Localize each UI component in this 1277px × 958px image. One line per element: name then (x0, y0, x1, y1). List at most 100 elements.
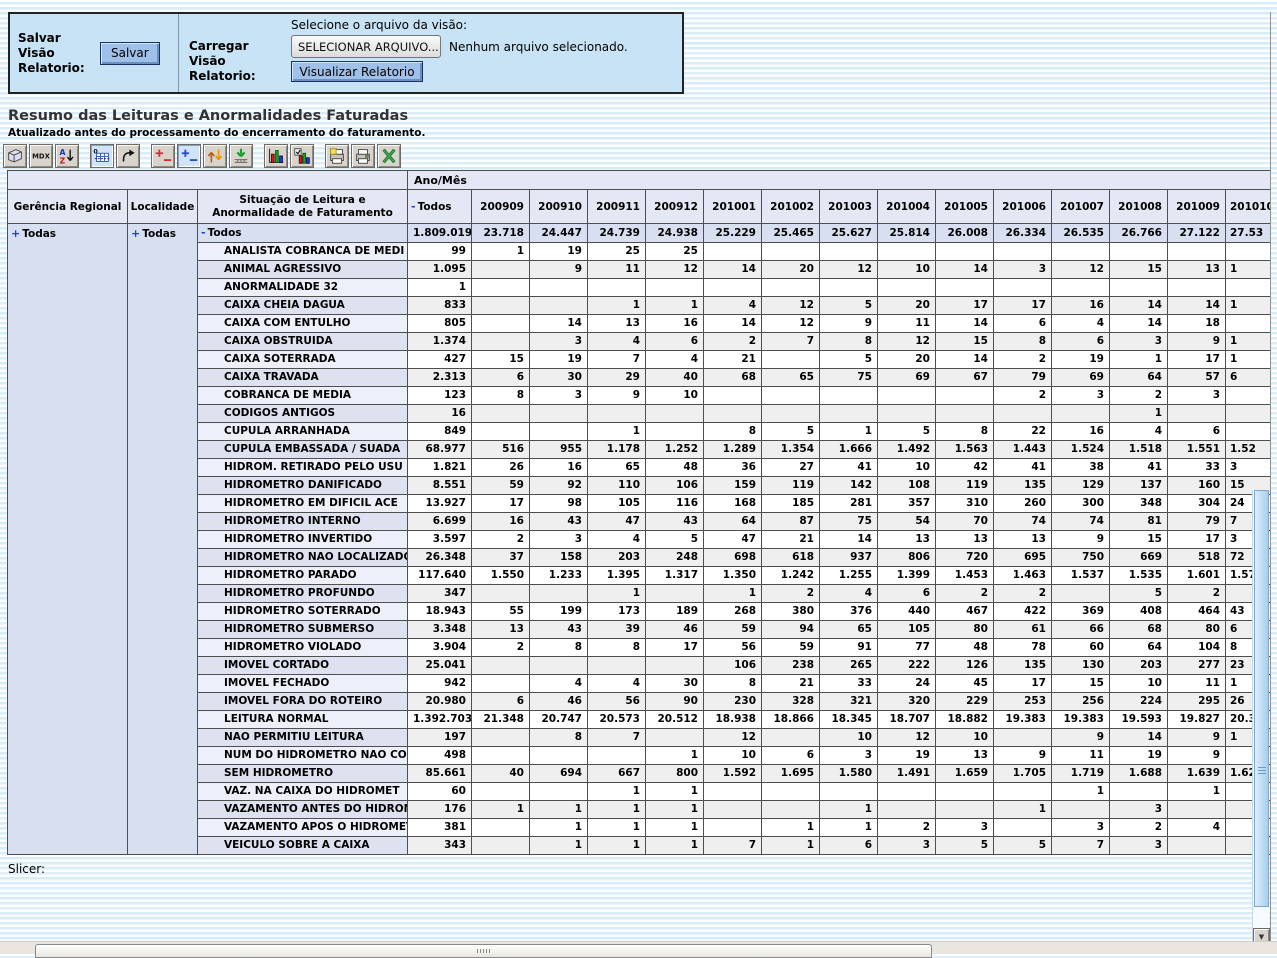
value-cell: 45 (936, 675, 994, 693)
row-label: CAIXA SOTERRADA (198, 351, 408, 369)
value-cell: 1.095 (408, 261, 472, 279)
value-cell: 281 (820, 495, 878, 513)
column-header-200912: 200912 (646, 190, 704, 224)
row-label: CODIGOS ANTIGOS (198, 405, 408, 423)
value-cell: 1.659 (936, 765, 994, 783)
value-cell: 1.252 (646, 441, 704, 459)
value-cell: 1.392.703 (408, 711, 472, 729)
value-cell: 12 (762, 315, 820, 333)
value-cell: 1.719 (1052, 765, 1110, 783)
file-prompt-label: Selecione o arquivo da visão: (291, 18, 628, 32)
value-cell: 15 (1110, 531, 1168, 549)
value-cell: 46 (530, 693, 588, 711)
value-cell: 56 (704, 639, 762, 657)
value-cell: 14 (1110, 315, 1168, 333)
row-label: VEICULO SOBRE A CAIXA (198, 837, 408, 855)
value-cell: 1.242 (762, 567, 820, 585)
swap-axes-button[interactable] (116, 144, 140, 168)
row-label: CAIXA CHEIA DAGUA (198, 297, 408, 315)
value-cell: 6 (762, 747, 820, 765)
value-cell (994, 729, 1052, 747)
value-cell: 130 (1052, 657, 1110, 675)
value-cell: 1 (588, 801, 646, 819)
print-config-button[interactable] (325, 144, 349, 168)
hide-spans-button[interactable] (151, 144, 175, 168)
value-cell: 17 (1168, 531, 1226, 549)
value-cell: 119 (762, 477, 820, 495)
value-cell: 2 (472, 531, 530, 549)
value-cell: 8 (530, 639, 588, 657)
value-cell: 10 (820, 729, 878, 747)
value-cell: 119 (936, 477, 994, 495)
value-cell (472, 585, 530, 603)
value-cell: 7 (588, 729, 646, 747)
value-cell: 422 (994, 603, 1052, 621)
collapse-icon[interactable]: - (411, 200, 416, 213)
value-cell: 10 (704, 747, 762, 765)
save-button[interactable]: Salvar (100, 42, 160, 65)
expand-icon[interactable]: + (131, 227, 140, 240)
value-cell (588, 747, 646, 765)
value-cell: 1.395 (588, 567, 646, 585)
value-cell: 80 (1168, 621, 1226, 639)
value-cell: 464 (1168, 603, 1226, 621)
show-parent-members-button[interactable]: 0 (90, 144, 114, 168)
column-header-201008: 201008 (1110, 190, 1168, 224)
print-button[interactable] (351, 144, 375, 168)
row-label: HIDROMETRO INVERTIDO (198, 531, 408, 549)
chart-config-button[interactable] (290, 144, 314, 168)
vertical-scrollbar-thumb[interactable] (1254, 490, 1269, 907)
view-report-button[interactable]: Visualizar Relatorio (291, 61, 423, 82)
collapse-icon[interactable]: - (201, 226, 206, 239)
horizontal-scrollbar[interactable] (0, 941, 1277, 954)
row-label: HIDROMETRO NAO LOCALIZADO (198, 549, 408, 567)
value-cell: 1 (1226, 333, 1272, 351)
drill-member-button[interactable] (177, 144, 201, 168)
value-cell: 106 (646, 477, 704, 495)
value-cell: 9 (994, 747, 1052, 765)
value-cell: 10 (936, 729, 994, 747)
value-cell (472, 261, 530, 279)
table-row: IMOVEL FORA DO ROTEIRO20.980646569023032… (8, 693, 1272, 711)
value-cell (878, 783, 936, 801)
value-cell: 173 (588, 603, 646, 621)
drill-through-button[interactable] (229, 144, 253, 168)
row-label: HIDROMETRO EM DIFICIL ACE (198, 495, 408, 513)
value-cell: 5 (878, 423, 936, 441)
chart-button[interactable] (264, 144, 288, 168)
value-cell: 68 (704, 369, 762, 387)
value-cell: 8 (820, 333, 878, 351)
select-file-button[interactable]: SELECIONAR ARQUIVO... (291, 35, 441, 58)
pivot-table-container: Ano/Mês Gerência Regional Localidade Sit… (7, 170, 1271, 855)
value-cell: 10 (646, 387, 704, 405)
cube-navigator-button[interactable] (3, 144, 27, 168)
value-cell: 17 (472, 495, 530, 513)
table-row: ANORMALIDADE 321 (8, 279, 1272, 297)
value-cell: 16 (646, 315, 704, 333)
value-cell: 3 (1052, 387, 1110, 405)
value-cell: 87 (762, 513, 820, 531)
horizontal-scrollbar-thumb[interactable] (35, 944, 932, 958)
vertical-scrollbar[interactable]: ▼ (1252, 490, 1269, 945)
mdx-editor-button[interactable]: MDX (29, 144, 53, 168)
table-row: ANALISTA COBRANCA DE MEDI991192525 (8, 243, 1272, 261)
olap-toolbar: MDXAZ 0 (3, 143, 1277, 168)
value-cell: 6 (646, 333, 704, 351)
sort-button[interactable]: AZ (55, 144, 79, 168)
value-cell (936, 279, 994, 297)
value-cell: 9 (1052, 729, 1110, 747)
table-row: CUPULA ARRANHADA849185158221646 (8, 423, 1272, 441)
row-header-localidade: Localidade (128, 190, 198, 224)
value-cell: 12 (878, 333, 936, 351)
value-cell: 1 (1110, 351, 1168, 369)
value-cell: 64 (704, 513, 762, 531)
pivot-table: Ano/Mês Gerência Regional Localidade Sit… (7, 170, 1271, 855)
drill-position-button[interactable] (203, 144, 227, 168)
value-cell: 5 (820, 297, 878, 315)
value-cell: 1.537 (1052, 567, 1110, 585)
value-cell: 189 (646, 603, 704, 621)
expand-icon[interactable]: + (11, 227, 20, 240)
export-excel-button[interactable] (377, 144, 401, 168)
value-cell (472, 837, 530, 855)
value-cell: 21 (762, 675, 820, 693)
